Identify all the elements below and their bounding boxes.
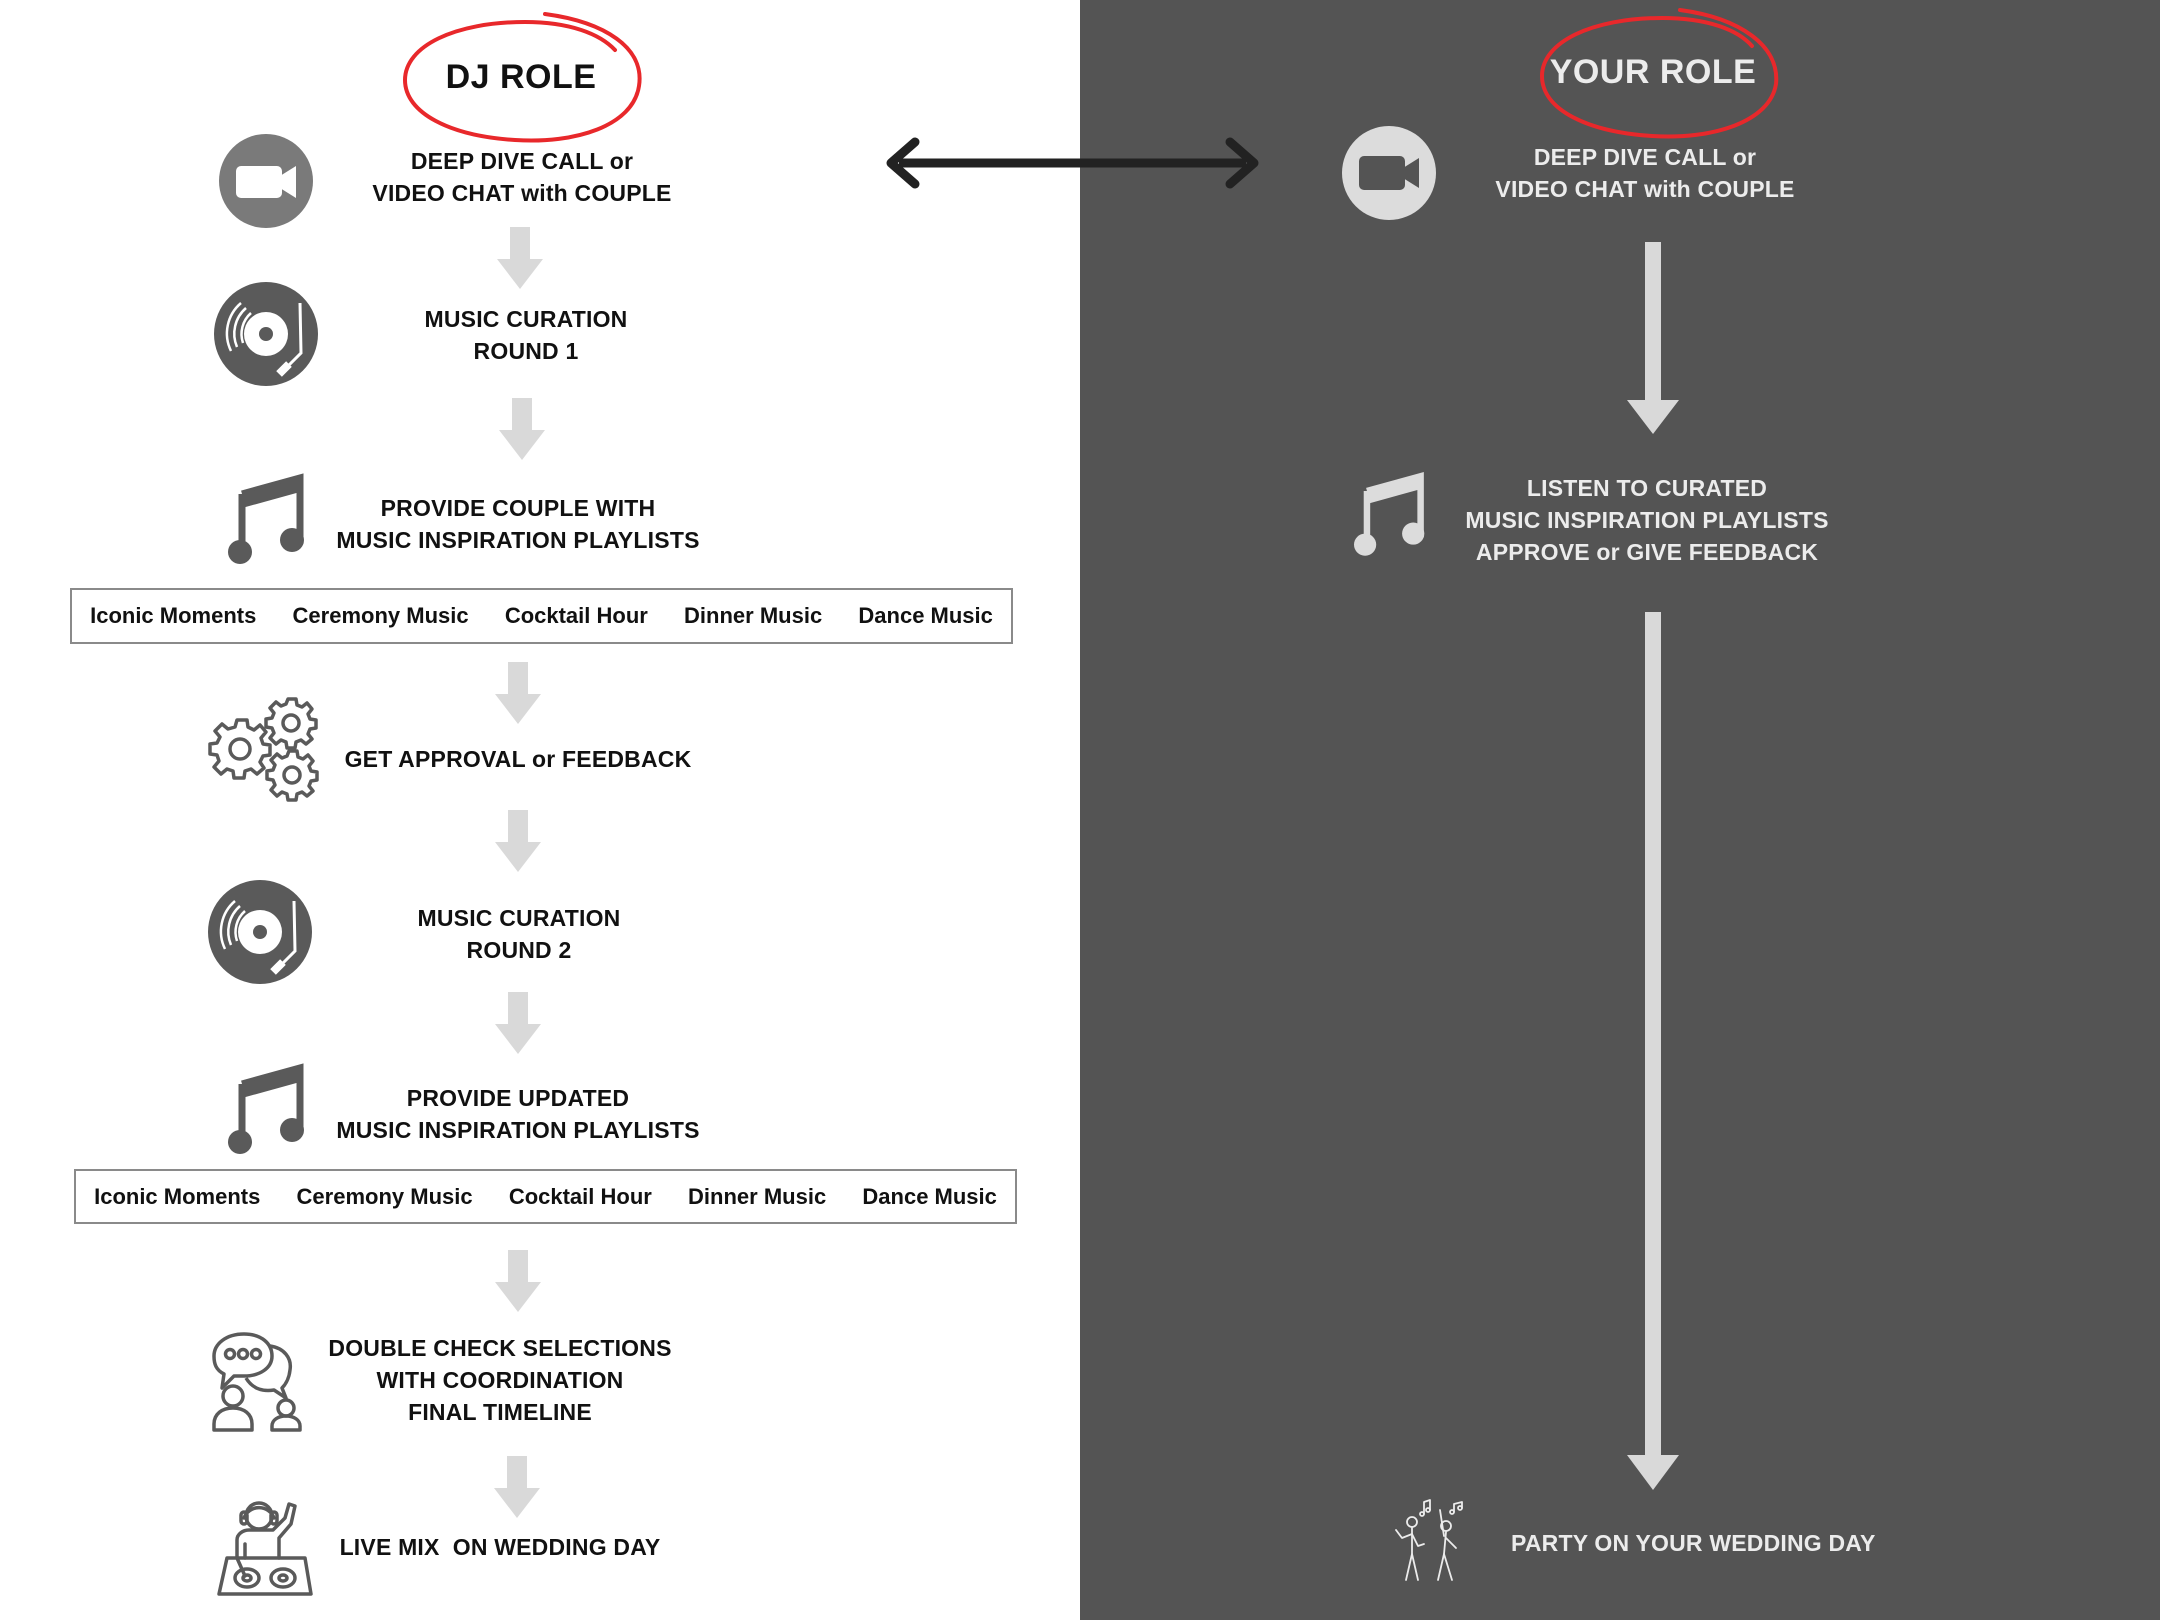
- step-text-line: VIDEO CHAT with COUPLE: [1495, 176, 1795, 202]
- conversation-icon: [212, 1332, 302, 1432]
- video-camera-icon: [1342, 126, 1436, 220]
- playlist-dinner-music: Dinner Music: [684, 603, 823, 628]
- dj-role-title: DJ ROLE: [445, 58, 597, 96]
- step-text-line: GET APPROVAL or FEEDBACK: [344, 746, 692, 772]
- vinyl-record-icon: [214, 282, 318, 386]
- playlist-dance-music: Dance Music: [858, 603, 993, 628]
- down-arrow: [494, 1456, 540, 1518]
- step-text-line: MUSIC INSPIRATION PLAYLISTS: [1465, 507, 1829, 533]
- step-text-line: APPROVE or GIVE FEEDBACK: [1475, 539, 1819, 565]
- gears-icon: [208, 697, 319, 802]
- dj-mixer-icon: [217, 1501, 313, 1596]
- your-role-panel: [1080, 0, 2160, 1620]
- step-text-line: ROUND 1: [473, 338, 579, 364]
- playlist-cocktail-hour: Cocktail Hour: [504, 603, 648, 628]
- step-live-mix: LIVE MIX ON WEDDING DAY: [340, 1531, 661, 1563]
- playlist-dinner-music: Dinner Music: [688, 1183, 827, 1209]
- playlist-dance-music: Dance Music: [862, 1183, 997, 1209]
- down-arrow: [497, 227, 543, 289]
- step-text-line: LISTEN TO CURATED: [1526, 475, 1768, 501]
- double-headed-arrow: [886, 137, 1259, 189]
- down-arrow: [495, 992, 541, 1054]
- down-arrow: [495, 662, 541, 724]
- playlist-ceremony-music: Ceremony Music: [292, 603, 469, 628]
- step-listen-to-playlists: LISTEN TO CURATED MUSIC INSPIRATION PLAY…: [1465, 472, 1828, 568]
- step-text-line: DEEP DIVE CALL or: [410, 148, 634, 174]
- step-text-line: LIVE MIX ON WEDDING DAY: [339, 1534, 661, 1560]
- playlist-iconic-moments: Iconic Moments: [94, 1183, 261, 1209]
- music-note-icon: [228, 1063, 304, 1154]
- dancing-people-icon: [1395, 1499, 1463, 1581]
- step-text-line: VIDEO CHAT with COUPLE: [372, 180, 672, 206]
- down-arrow: [495, 1250, 541, 1312]
- step-text-line: MUSIC INSPIRATION PLAYLISTS: [336, 1117, 700, 1143]
- step-text-line: MUSIC CURATION: [417, 905, 621, 931]
- step-music-curation-round-2: MUSIC CURATION ROUND 2: [418, 902, 621, 966]
- playlist-categories-round-1: Iconic Moments Ceremony Music Cocktail H…: [70, 588, 1013, 644]
- playlist-ceremony-music: Ceremony Music: [296, 1183, 473, 1209]
- step-text-line: MUSIC CURATION: [424, 306, 628, 332]
- step-text-line: MUSIC INSPIRATION PLAYLISTS: [336, 527, 700, 553]
- step-provide-updated-playlists: PROVIDE UPDATED MUSIC INSPIRATION PLAYLI…: [336, 1082, 699, 1146]
- step-party-on-wedding-day: PARTY ON YOUR WEDDING DAY: [1511, 1527, 1876, 1559]
- down-arrow: [1627, 242, 1679, 434]
- your-role-title: YOUR ROLE: [1549, 53, 1757, 91]
- down-arrow: [495, 810, 541, 872]
- video-camera-icon: [219, 134, 313, 228]
- step-deep-dive-call: DEEP DIVE CALL or VIDEO CHAT with COUPLE: [372, 145, 671, 209]
- step-provide-playlists: PROVIDE COUPLE WITH MUSIC INSPIRATION PL…: [336, 492, 699, 556]
- music-note-icon: [1354, 471, 1425, 556]
- step-text-line: PROVIDE UPDATED: [406, 1085, 630, 1111]
- vinyl-record-icon: [208, 880, 312, 984]
- step-text-line: PARTY ON YOUR WEDDING DAY: [1511, 1530, 1876, 1556]
- step-text-line: PROVIDE COUPLE WITH: [380, 495, 656, 521]
- step-deep-dive-call-couple: DEEP DIVE CALL or VIDEO CHAT with COUPLE: [1495, 141, 1794, 205]
- step-music-curation-round-1: MUSIC CURATION ROUND 1: [425, 303, 628, 367]
- step-text-line: ROUND 2: [466, 937, 572, 963]
- step-double-check-selections: DOUBLE CHECK SELECTIONS WITH COORDINATIO…: [328, 1332, 671, 1428]
- step-get-approval: GET APPROVAL or FEEDBACK: [345, 743, 692, 775]
- step-text-line: WITH COORDINATION: [376, 1367, 624, 1393]
- step-text-line: DEEP DIVE CALL or: [1533, 144, 1757, 170]
- music-note-icon: [228, 473, 304, 564]
- playlist-cocktail-hour: Cocktail Hour: [508, 1183, 652, 1209]
- step-text-line: FINAL TIMELINE: [408, 1399, 592, 1425]
- playlist-categories-round-2: Iconic Moments Ceremony Music Cocktail H…: [74, 1169, 1017, 1224]
- playlist-iconic-moments: Iconic Moments: [90, 603, 257, 628]
- long-down-arrow: [1627, 612, 1679, 1490]
- down-arrow: [499, 398, 545, 460]
- step-text-line: DOUBLE CHECK SELECTIONS: [328, 1335, 672, 1361]
